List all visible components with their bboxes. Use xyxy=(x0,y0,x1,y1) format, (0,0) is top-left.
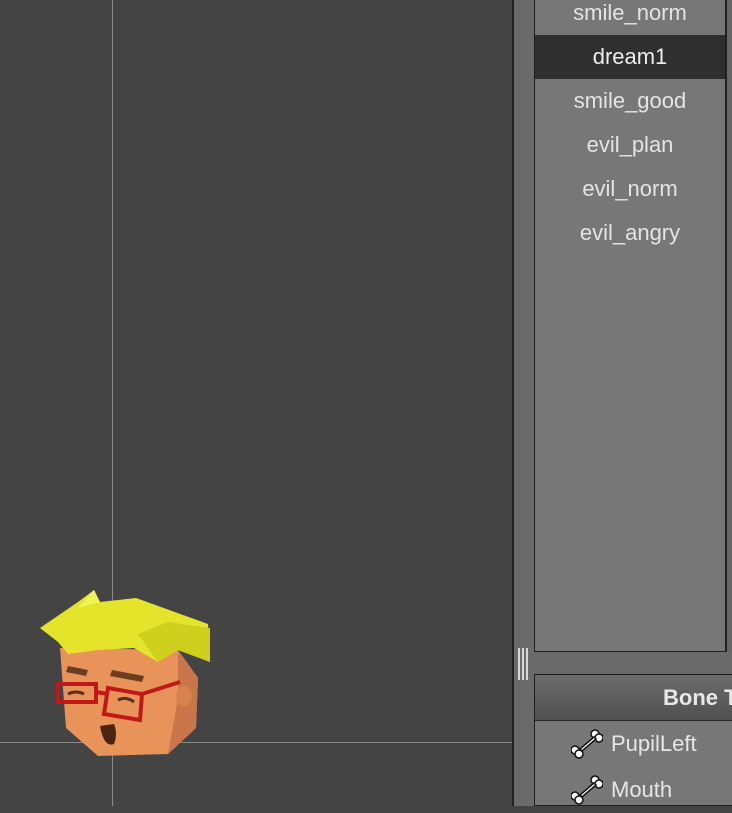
bone-item-label: PupilLeft xyxy=(611,731,697,756)
animation-canvas[interactable] xyxy=(0,0,512,806)
animation-item[interactable]: evil_plan xyxy=(535,123,725,167)
animation-item[interactable]: smile_good xyxy=(535,79,725,123)
bone-icon xyxy=(571,729,603,759)
resize-grip-icon[interactable] xyxy=(516,648,530,680)
bone-tree-panel: Bone T PupilLeft Mouth xyxy=(534,674,732,806)
animation-item-selected[interactable]: dream1 xyxy=(535,35,725,79)
list-scrollbar[interactable] xyxy=(726,0,732,652)
bone-icon xyxy=(571,775,603,805)
bone-item-mouth[interactable]: Mouth xyxy=(535,767,732,813)
animation-item[interactable]: evil_norm xyxy=(535,167,725,211)
character-head[interactable] xyxy=(38,588,214,760)
bone-item-pupilleft[interactable]: PupilLeft xyxy=(535,721,732,767)
bone-item-label: Mouth xyxy=(611,777,673,802)
animation-list[interactable]: smile_norm dream1 smile_good evil_plan e… xyxy=(534,0,726,652)
animation-item[interactable]: evil_angry xyxy=(535,211,725,255)
animation-item[interactable]: smile_norm xyxy=(535,0,725,35)
bone-panel-title: Bone T xyxy=(535,675,732,721)
